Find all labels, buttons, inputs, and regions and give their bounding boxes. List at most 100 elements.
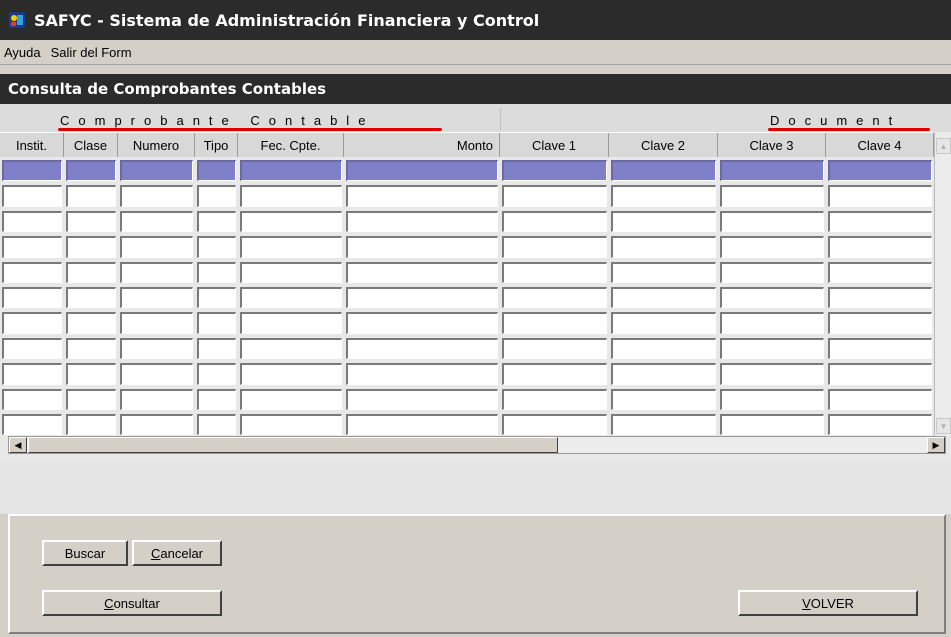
table-cell[interactable] (502, 312, 607, 334)
table-cell[interactable] (2, 388, 62, 410)
table-cell[interactable] (120, 185, 193, 207)
table-cell[interactable] (66, 363, 116, 385)
table-cell[interactable] (66, 388, 116, 410)
table-cell[interactable] (240, 414, 342, 436)
table-cell[interactable] (720, 312, 824, 334)
table-cell[interactable] (502, 210, 607, 233)
table-cell[interactable] (502, 185, 607, 207)
horizontal-scroll-thumb[interactable] (28, 437, 558, 453)
table-cell[interactable] (197, 261, 236, 283)
table-cell[interactable] (611, 337, 716, 360)
table-cell[interactable] (66, 414, 116, 436)
table-cell[interactable] (2, 185, 62, 207)
table-cell[interactable] (611, 210, 716, 233)
table-cell[interactable] (828, 210, 932, 233)
table-cell[interactable] (240, 185, 342, 207)
scroll-right-arrow-icon[interactable]: ▶ (927, 437, 945, 453)
table-cell[interactable] (346, 287, 498, 309)
table-cell[interactable] (346, 363, 498, 385)
table-cell[interactable] (240, 312, 342, 334)
table-cell[interactable] (240, 287, 342, 309)
table-cell[interactable] (66, 312, 116, 334)
vertical-scrollbar[interactable]: ▲ ▼ (934, 132, 951, 436)
table-row[interactable] (0, 259, 934, 284)
table-cell[interactable] (120, 160, 193, 182)
table-row[interactable] (0, 360, 934, 385)
column-header-clave-1[interactable]: Clave 1 (500, 133, 609, 157)
column-header-tipo[interactable]: Tipo (195, 133, 238, 157)
table-cell[interactable] (502, 388, 607, 410)
column-header-clave-3[interactable]: Clave 3 (718, 133, 826, 157)
table-cell[interactable] (66, 185, 116, 207)
table-cell[interactable] (346, 388, 498, 410)
table-cell[interactable] (611, 388, 716, 410)
table-cell[interactable] (197, 210, 236, 233)
buscar-button[interactable]: Buscar (42, 540, 128, 566)
table-cell[interactable] (66, 160, 116, 182)
table-cell[interactable] (720, 414, 824, 436)
table-cell[interactable] (828, 388, 932, 410)
table-cell[interactable] (346, 414, 498, 436)
table-cell[interactable] (120, 287, 193, 309)
scroll-down-arrow-icon[interactable]: ▼ (936, 418, 951, 434)
table-cell[interactable] (240, 160, 342, 182)
table-cell[interactable] (197, 287, 236, 309)
table-cell[interactable] (828, 185, 932, 207)
table-cell[interactable] (346, 236, 498, 258)
table-cell[interactable] (611, 160, 716, 182)
table-cell[interactable] (502, 414, 607, 436)
table-cell[interactable] (240, 388, 342, 410)
table-cell[interactable] (2, 236, 62, 258)
table-cell[interactable] (502, 363, 607, 385)
table-cell[interactable] (828, 363, 932, 385)
table-cell[interactable] (120, 236, 193, 258)
table-cell[interactable] (2, 312, 62, 334)
table-row[interactable] (0, 411, 934, 436)
table-cell[interactable] (120, 210, 193, 233)
table-cell[interactable] (120, 312, 193, 334)
table-cell[interactable] (720, 160, 824, 182)
table-cell[interactable] (66, 210, 116, 233)
table-cell[interactable] (66, 287, 116, 309)
table-cell[interactable] (120, 261, 193, 283)
table-row[interactable] (0, 335, 934, 360)
table-cell[interactable] (828, 160, 932, 182)
volver-button[interactable]: V OLVER (738, 590, 918, 616)
table-cell[interactable] (120, 337, 193, 360)
table-cell[interactable] (66, 261, 116, 283)
table-row[interactable] (0, 233, 934, 258)
table-cell[interactable] (346, 160, 498, 182)
column-header-clase[interactable]: Clase (64, 133, 118, 157)
table-cell[interactable] (828, 312, 932, 334)
cancelar-button[interactable]: Cancelar (132, 540, 222, 566)
table-row[interactable] (0, 208, 934, 233)
table-cell[interactable] (828, 337, 932, 360)
table-cell[interactable] (346, 312, 498, 334)
scroll-up-arrow-icon[interactable]: ▲ (936, 138, 951, 154)
table-cell[interactable] (828, 287, 932, 309)
column-header-numero[interactable]: Numero (118, 133, 195, 157)
table-cell[interactable] (2, 337, 62, 360)
table-cell[interactable] (120, 363, 193, 385)
horizontal-scrollbar[interactable]: ◀ ▶ (8, 436, 946, 454)
table-cell[interactable] (240, 236, 342, 258)
table-cell[interactable] (611, 312, 716, 334)
table-cell[interactable] (2, 160, 62, 182)
column-header-fec-cpte[interactable]: Fec. Cpte. (238, 133, 344, 157)
table-cell[interactable] (828, 261, 932, 283)
table-cell[interactable] (197, 414, 236, 436)
table-cell[interactable] (66, 337, 116, 360)
consultar-button[interactable]: Consultar (42, 590, 222, 616)
table-cell[interactable] (197, 337, 236, 360)
table-cell[interactable] (720, 363, 824, 385)
table-cell[interactable] (611, 261, 716, 283)
table-cell[interactable] (720, 185, 824, 207)
column-header-clave-4[interactable]: Clave 4 (826, 133, 934, 157)
table-cell[interactable] (611, 185, 716, 207)
table-row[interactable] (0, 157, 934, 182)
table-cell[interactable] (197, 236, 236, 258)
table-cell[interactable] (197, 160, 236, 182)
table-cell[interactable] (720, 210, 824, 233)
table-cell[interactable] (502, 160, 607, 182)
table-cell[interactable] (502, 337, 607, 360)
